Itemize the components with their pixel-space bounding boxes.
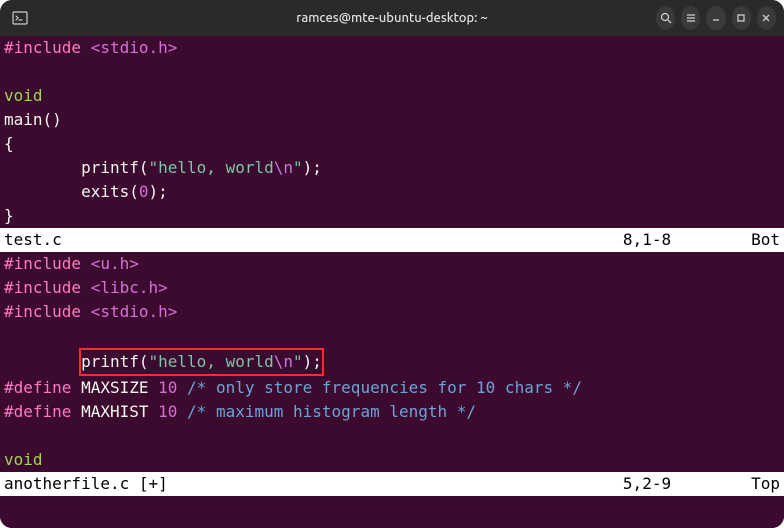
- code-line: #include <stdio.h>: [4, 36, 780, 60]
- status-bar-bottom: anotherfile.c [+] 5,2-9 Top: [0, 472, 784, 496]
- code-line: printf("hello, world\n");: [4, 348, 780, 376]
- editor-pane-bottom[interactable]: #include <u.h> #include <libc.h> #includ…: [0, 252, 784, 472]
- code-line: main(): [4, 108, 780, 132]
- code-line: [4, 60, 780, 84]
- menu-button[interactable]: [681, 6, 700, 30]
- code-line: #include <u.h>: [4, 252, 780, 276]
- code-line: [4, 424, 780, 448]
- code-line: void: [4, 448, 780, 472]
- editor-pane-top[interactable]: #include <stdio.h> void main() { printf(…: [0, 36, 784, 228]
- status-bar-top: test.c 8,1-8 Bot: [0, 228, 784, 252]
- titlebar-left: [8, 6, 128, 30]
- status-filename: anotherfile.c [+]: [4, 472, 623, 496]
- close-button[interactable]: [757, 6, 776, 30]
- command-line-area[interactable]: [0, 496, 784, 506]
- code-line: #include <libc.h>: [4, 276, 780, 300]
- code-line: [4, 324, 780, 348]
- terminal-window: ramces@mte-ubuntu-desktop: ~ #include <s…: [0, 0, 784, 528]
- search-button[interactable]: [656, 6, 675, 30]
- terminal-icon: [8, 6, 32, 30]
- code-line: #include <stdio.h>: [4, 300, 780, 324]
- code-line: }: [4, 204, 780, 228]
- titlebar-right: [656, 6, 776, 30]
- code-line: void: [4, 84, 780, 108]
- status-scroll-indicator: Top: [751, 472, 780, 496]
- code-line: #define MAXSIZE 10 /* only store frequen…: [4, 376, 780, 400]
- highlighted-search-match: printf("hello, world\n");: [79, 348, 324, 376]
- status-scroll-indicator: Bot: [751, 228, 780, 252]
- window-title: ramces@mte-ubuntu-desktop: ~: [128, 11, 656, 25]
- minimize-button[interactable]: [706, 6, 725, 30]
- status-cursor-position: 5,2-9: [623, 472, 671, 496]
- terminal-body[interactable]: #include <stdio.h> void main() { printf(…: [0, 36, 784, 528]
- code-line: #define MAXHIST 10 /* maximum histogram …: [4, 400, 780, 424]
- code-line: {: [4, 132, 780, 156]
- status-filename: test.c: [4, 228, 623, 252]
- code-line: exits(0);: [4, 180, 780, 204]
- titlebar: ramces@mte-ubuntu-desktop: ~: [0, 0, 784, 36]
- status-cursor-position: 8,1-8: [623, 228, 671, 252]
- code-line: printf("hello, world\n");: [4, 156, 780, 180]
- maximize-button[interactable]: [732, 6, 751, 30]
